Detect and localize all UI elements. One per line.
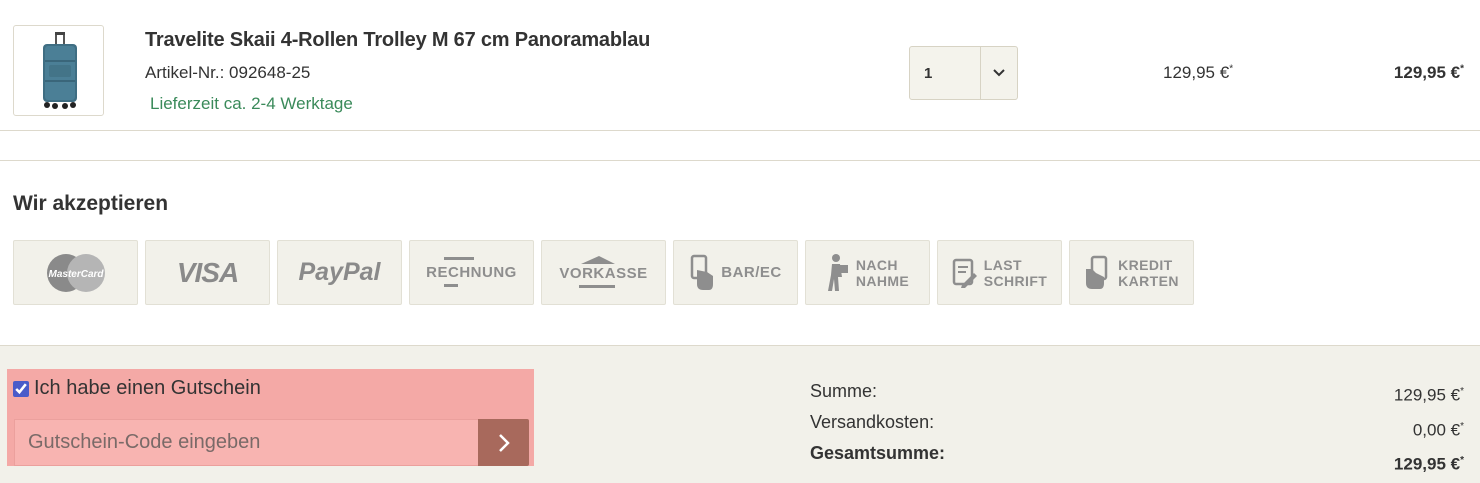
rechnung-label: RECHNUNG	[426, 264, 517, 281]
product-image[interactable]	[13, 25, 104, 116]
kredit-label-1: KREDIT	[1118, 256, 1173, 273]
summary-values: 129,95 €* 0,00 €* 129,95 €*	[1394, 376, 1464, 480]
section-divider	[0, 160, 1480, 161]
paypal-logo: PayPal	[298, 258, 381, 286]
invoice-icon	[444, 257, 475, 260]
quantity-value: 1	[910, 47, 981, 99]
payment-paypal: PayPal	[277, 240, 402, 305]
cart-summary-panel: Ich habe einen Gutschein Summe: Versandk…	[0, 345, 1480, 483]
payment-nachnahme: NACH NAHME	[805, 240, 930, 305]
voucher-submit-button[interactable]	[478, 419, 529, 466]
product-title[interactable]: Travelite Skaii 4-Rollen Trolley M 67 cm…	[145, 29, 650, 52]
payment-mastercard: MasterCard	[13, 240, 138, 305]
credit-cards-icon	[1086, 255, 1108, 289]
svg-text:MasterCard: MasterCard	[48, 269, 104, 280]
lastschrift-label-1: LAST	[983, 256, 1022, 273]
voucher-checkbox-row[interactable]: Ich habe einen Gutschein	[13, 377, 261, 400]
vorkasse-label: VORKASSE	[559, 265, 648, 282]
direct-debit-icon	[952, 258, 977, 288]
versandkosten-label: Versandkosten:	[810, 412, 935, 432]
lastschrift-label-2: SCHRIFT	[983, 272, 1048, 289]
nachnahme-label-2: NAHME	[855, 272, 910, 289]
payment-methods: MasterCard VISA PayPal RECHNUNG VORKASSE…	[13, 240, 1194, 305]
voucher-section: Ich habe einen Gutschein	[7, 369, 534, 466]
payment-lastschrift: LAST SCHRIFT	[937, 240, 1062, 305]
gesamtsumme-value: 129,95 €*	[1393, 454, 1464, 474]
invoice-underline-icon	[444, 284, 459, 287]
card-hand-icon	[690, 254, 714, 290]
payment-rechnung: RECHNUNG	[409, 240, 534, 305]
unit-price: 129,95 €*	[1163, 63, 1234, 82]
summe-value: 129,95 €*	[1393, 385, 1464, 405]
chevron-down-icon	[993, 69, 1005, 77]
nachnahme-label-1: NACH	[855, 256, 898, 273]
prepayment-underline-icon	[578, 285, 615, 288]
gesamtsumme-label: Gesamtsumme:	[810, 443, 946, 463]
payment-heading: Wir akzeptieren	[13, 192, 169, 215]
article-number: Artikel-Nr.: 092648-25	[145, 63, 311, 82]
quantity-dropdown-toggle[interactable]	[981, 47, 1017, 99]
voucher-checkbox-label[interactable]: Ich habe einen Gutschein	[34, 377, 261, 400]
payment-barec: BAR/EC	[673, 240, 798, 305]
cart-item-row: Travelite Skaii 4-Rollen Trolley M 67 cm…	[0, 0, 1480, 131]
versandkosten-value: 0,00 €*	[1412, 420, 1464, 440]
summe-label: Summe:	[810, 381, 878, 401]
suitcase-product-image	[42, 31, 77, 109]
chevron-right-icon	[498, 433, 510, 452]
payment-vorkasse: VORKASSE	[541, 240, 666, 305]
mastercard-logo: MasterCard	[46, 253, 105, 292]
delivery-time: Lieferzeit ca. 2-4 Werktage	[150, 94, 353, 113]
voucher-checkbox[interactable]	[13, 380, 29, 397]
voucher-code-input[interactable]	[14, 419, 479, 466]
payment-kreditkarten: KREDIT KARTEN	[1069, 240, 1194, 305]
barec-label: BAR/EC	[721, 264, 782, 281]
visa-logo: VISA	[176, 256, 239, 288]
item-total-price: 129,95 €*	[1393, 63, 1464, 82]
summary-labels: Summe: Versandkosten: Gesamtsumme:	[810, 376, 945, 469]
courier-icon	[827, 253, 848, 291]
quantity-select[interactable]: 1	[909, 46, 1018, 100]
kredit-label-2: KARTEN	[1118, 272, 1179, 289]
payment-visa: VISA	[145, 240, 270, 305]
prepayment-icon	[580, 256, 615, 264]
